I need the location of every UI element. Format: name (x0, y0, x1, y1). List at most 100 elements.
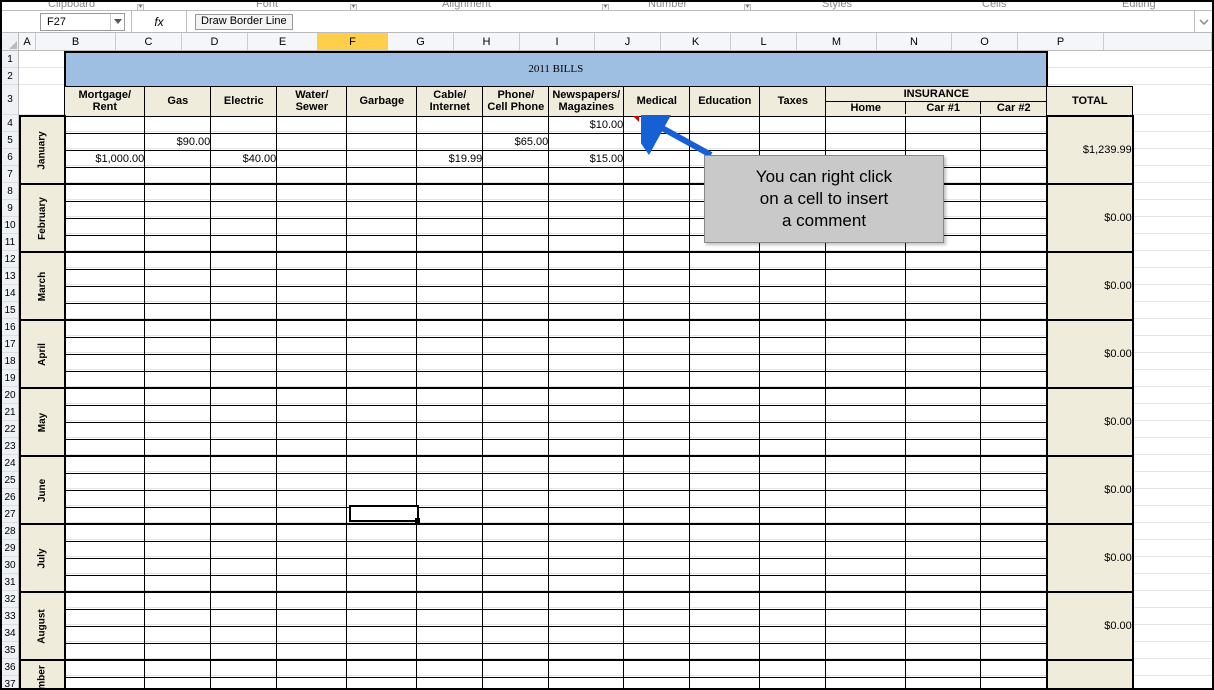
month-august: August (20, 592, 65, 660)
row-header[interactable]: 11 (2, 234, 18, 251)
spreadsheet-grid[interactable]: 2011 BILLS Mortgage/ Rent Gas Electric W… (19, 51, 1212, 688)
row-header[interactable]: 32 (2, 591, 18, 608)
ribbon-sep-icon[interactable]: ▾ (744, 4, 751, 11)
row-header[interactable]: 2 (2, 68, 18, 85)
row-header[interactable]: 25 (2, 472, 18, 489)
row-header[interactable]: 18 (2, 353, 18, 370)
header-home: Home (826, 101, 906, 114)
row-header[interactable]: 30 (2, 557, 18, 574)
row-header[interactable]: 16 (2, 319, 18, 336)
cell-B6[interactable]: $1,000.00 (65, 150, 145, 167)
col-header-rest (1104, 33, 1212, 50)
row-header[interactable]: 17 (2, 336, 18, 353)
ribbon-sep-icon[interactable]: ▾ (137, 4, 144, 11)
row-header[interactable]: 28 (2, 523, 18, 540)
selected-cell[interactable] (349, 505, 419, 522)
row-header[interactable]: 9 (2, 200, 18, 217)
row-header[interactable]: 37 (2, 676, 18, 690)
row-header[interactable]: 20 (2, 387, 18, 404)
row-header[interactable]: 21 (2, 404, 18, 421)
row-header[interactable]: 14 (2, 285, 18, 302)
row-header[interactable]: 15 (2, 302, 18, 319)
col-header-M[interactable]: M (797, 33, 877, 50)
cell-D6[interactable]: $40.00 (211, 150, 277, 167)
col-header-G[interactable]: G (388, 33, 454, 50)
row-header[interactable]: 24 (2, 455, 18, 472)
row-header[interactable]: 4 (2, 115, 18, 132)
total-february: $0.00 (1047, 184, 1133, 252)
callout-box: You can right click on a cell to insert … (704, 155, 944, 243)
ribbon-sep-icon[interactable]: ▾ (350, 4, 357, 11)
header-total: TOTAL (1047, 86, 1133, 116)
header-insurance-group: INSURANCE Home Car #1 Car #2 (826, 86, 1047, 116)
col-header-C[interactable]: C (116, 33, 182, 50)
row-header[interactable]: 1 (2, 51, 18, 68)
row-header[interactable]: 3 (2, 85, 18, 115)
row-header[interactable]: 27 (2, 506, 18, 523)
col-header-O[interactable]: O (952, 33, 1018, 50)
col-header-I[interactable]: I (520, 33, 595, 50)
col-header-B[interactable]: B (36, 33, 116, 50)
cell-I4[interactable]: $10.00 (549, 116, 624, 133)
col-header-H[interactable]: H (454, 33, 520, 50)
ribbon-sep-icon[interactable]: ▾ (602, 4, 609, 11)
total-july: $0.00 (1047, 524, 1133, 592)
draw-border-line-button[interactable]: Draw Border Line (195, 14, 293, 30)
month-january: January (20, 116, 65, 184)
header-water: Water/ Sewer (277, 86, 347, 116)
cell-C5[interactable]: $90.00 (145, 133, 211, 150)
cell-G6[interactable]: $19.99 (417, 150, 483, 167)
col-header-D[interactable]: D (182, 33, 248, 50)
fill-handle-icon[interactable] (415, 518, 420, 523)
col-header-P[interactable]: P (1018, 33, 1104, 50)
formula-input[interactable]: Draw Border Line (187, 11, 1194, 32)
row-header[interactable]: 10 (2, 217, 18, 234)
col-header-J[interactable]: J (595, 33, 661, 50)
row-header[interactable]: 36 (2, 659, 18, 676)
name-box-value: F27 (41, 16, 110, 28)
col-header-F[interactable]: F (318, 33, 388, 50)
header-phone: Phone/ Cell Phone (483, 86, 549, 116)
col-header-A[interactable]: A (19, 33, 36, 50)
row-header[interactable]: 29 (2, 540, 18, 557)
name-box-dropdown-icon[interactable] (110, 14, 124, 30)
total-april: $0.00 (1047, 320, 1133, 388)
row-header[interactable]: 35 (2, 642, 18, 659)
month-april: April (20, 320, 65, 388)
row-header[interactable]: 7 (2, 166, 18, 183)
header-gas: Gas (145, 86, 211, 116)
comment-indicator-icon[interactable] (633, 116, 639, 122)
select-all-button[interactable] (2, 33, 19, 50)
row-header[interactable]: 12 (2, 251, 18, 268)
row-header[interactable]: 34 (2, 625, 18, 642)
row-header[interactable]: 19 (2, 370, 18, 387)
header-education: Education (690, 86, 760, 116)
col-header-E[interactable]: E (248, 33, 318, 50)
col-header-N[interactable]: N (877, 33, 952, 50)
header-medical: Medical (624, 86, 690, 116)
cell-H5[interactable]: $65.00 (483, 133, 549, 150)
row-header[interactable]: 33 (2, 608, 18, 625)
fx-icon: fx (154, 15, 163, 29)
header-taxes: Taxes (760, 86, 826, 116)
row-header[interactable]: 6 (2, 149, 18, 166)
name-box[interactable]: F27 (40, 13, 125, 31)
total-january: $1,239.99 (1047, 116, 1133, 184)
row-header[interactable]: 31 (2, 574, 18, 591)
insert-function-button[interactable]: fx (132, 11, 187, 32)
sheet-title: 2011 BILLS (65, 52, 1047, 86)
row-header[interactable]: 8 (2, 183, 18, 200)
col-header-K[interactable]: K (661, 33, 731, 50)
row-header[interactable]: 5 (2, 132, 18, 149)
month-may: May (20, 388, 65, 456)
callout-text: You can right click on a cell to insert … (756, 167, 892, 230)
row-header[interactable]: 26 (2, 489, 18, 506)
row-header[interactable]: 22 (2, 421, 18, 438)
expand-formula-bar-icon[interactable] (1194, 11, 1212, 32)
cell-I6[interactable]: $15.00 (549, 150, 624, 167)
ribbon-group-editing: Editing (1122, 0, 1156, 10)
row-header[interactable]: 13 (2, 268, 18, 285)
header-electric: Electric (211, 86, 277, 116)
col-header-L[interactable]: L (731, 33, 797, 50)
row-header[interactable]: 23 (2, 438, 18, 455)
